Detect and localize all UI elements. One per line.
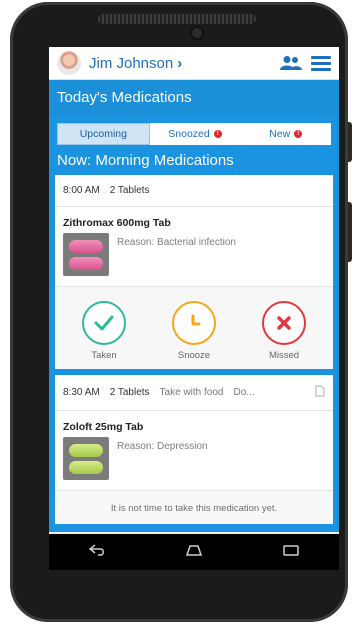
missed-label: Missed (268, 350, 300, 361)
tabs-container: Upcoming Snoozed ! New ! (49, 115, 339, 145)
snooze-label: Snooze (177, 350, 211, 361)
tab-snoozed[interactable]: Snoozed ! (150, 123, 241, 145)
medication-reason: Reason: Bacterial infection (117, 237, 236, 248)
medication-list: 8:00 AM 2 Tablets Zithromax 600mg Tab Re… (49, 175, 339, 532)
section-title: Now: Morning Medications (49, 145, 339, 175)
dose-time: 8:00 AM (63, 185, 100, 196)
action-row: Taken Snooze Missed (55, 286, 333, 369)
dose-extra: Do... (233, 387, 255, 398)
chevron-right-icon[interactable]: › (177, 55, 182, 72)
medication-name: Zoloft 25mg Tab (63, 421, 144, 433)
tab-bar: Upcoming Snoozed ! New ! (57, 123, 331, 145)
power-button (348, 202, 352, 262)
taken-label: Taken (91, 350, 117, 361)
home-icon[interactable] (185, 543, 203, 561)
people-icon[interactable] (280, 55, 302, 71)
close-icon[interactable] (262, 301, 306, 345)
note-icon[interactable] (315, 385, 325, 400)
schedule-row: 8:30 AM 2 Tablets Take with food Do... (55, 375, 333, 411)
android-nav-bar (49, 534, 339, 570)
hamburger-icon[interactable] (311, 55, 331, 71)
pill-icon (69, 460, 103, 474)
not-time-notice: It is not time to take this medication y… (55, 490, 333, 524)
alert-badge: ! (213, 130, 222, 138)
top-bar: Jim Johnson › (49, 47, 339, 80)
medication-card: 8:00 AM 2 Tablets Zithromax 600mg Tab Re… (55, 175, 333, 369)
pill-icon (69, 256, 103, 270)
avatar[interactable] (57, 51, 81, 75)
pill-image (63, 437, 109, 480)
clock-icon[interactable] (172, 301, 216, 345)
tab-upcoming[interactable]: Upcoming (57, 123, 150, 145)
taken-button[interactable]: Taken (69, 301, 139, 361)
medication-name: Zithromax 600mg Tab (63, 217, 171, 229)
medication-card: 8:30 AM 2 Tablets Take with food Do... Z… (55, 375, 333, 524)
tab-label: New (269, 128, 291, 140)
phone-frame: Jim Johnson › Today's Medications Upcomi… (10, 2, 352, 622)
dose-time: 8:30 AM (63, 387, 100, 398)
pill-icon (69, 239, 103, 253)
pill-icon (69, 443, 103, 457)
volume-button (348, 122, 352, 162)
page-title-bar: Today's Medications (49, 80, 339, 115)
dose-amount: 2 Tablets (109, 185, 150, 196)
tab-new[interactable]: New ! (240, 123, 331, 145)
user-name[interactable]: Jim Johnson (89, 55, 173, 72)
checkmark-icon[interactable] (82, 301, 126, 345)
app-screen: Jim Johnson › Today's Medications Upcomi… (49, 47, 339, 570)
snooze-button[interactable]: Snooze (159, 301, 229, 361)
speaker-grille (98, 14, 256, 24)
recent-apps-icon[interactable] (282, 543, 299, 561)
missed-button[interactable]: Missed (249, 301, 319, 361)
tab-label: Snoozed (168, 128, 210, 140)
pill-image (63, 233, 109, 276)
back-icon[interactable] (89, 543, 105, 561)
schedule-row: 8:00 AM 2 Tablets (55, 175, 333, 207)
front-camera (192, 28, 202, 38)
dose-instructions: Take with food (159, 387, 224, 398)
tab-label: Upcoming (79, 128, 127, 140)
alert-badge: ! (294, 130, 303, 138)
medication-reason: Reason: Depression (117, 441, 208, 452)
dose-amount: 2 Tablets (109, 387, 150, 398)
page-title: Today's Medications (57, 89, 192, 106)
